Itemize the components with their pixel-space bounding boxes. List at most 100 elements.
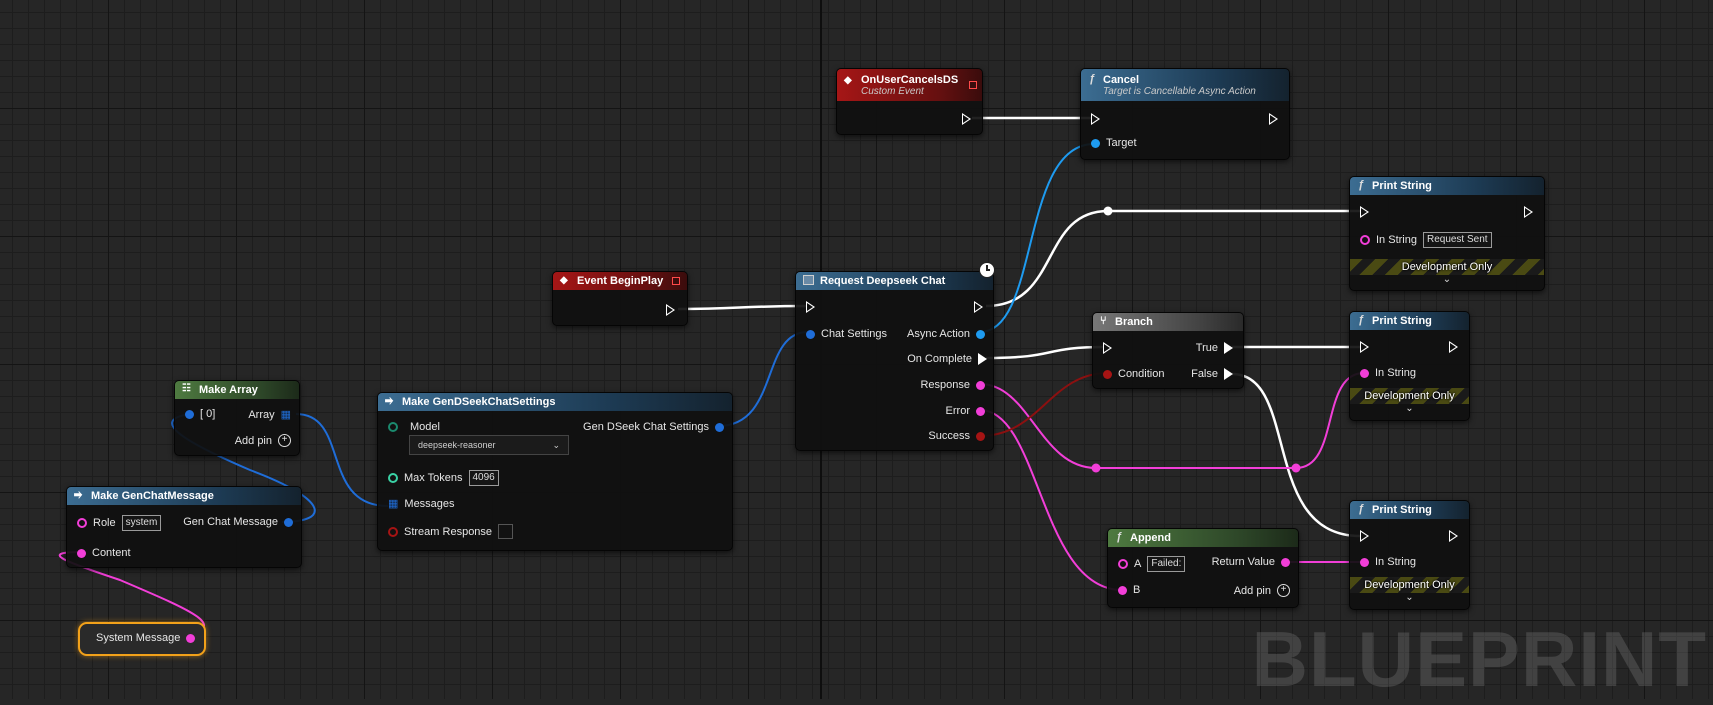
boolean-pin[interactable] [1103,369,1112,379]
exec-out-pin[interactable] [666,304,675,316]
latent-node-icon [803,275,814,285]
pin-label: True [1195,342,1218,354]
event-diamond-icon: ◆ [560,275,568,286]
node-title: Make GenDSeekChatSettings [402,396,556,408]
exec-in-pin[interactable] [1360,530,1369,542]
exec-out-pin[interactable] [978,353,987,365]
pin-label: Messages [404,497,455,510]
exec-out-pin[interactable] [1449,341,1458,353]
node-title: Make Array [199,384,258,396]
array-pin-icon[interactable]: ▦ [388,497,398,510]
node-make-settings[interactable]: ⥤ Make GenDSeekChatSettings Model deepse… [377,392,733,551]
pin-label: In String [1375,367,1416,379]
name-pin[interactable] [388,422,398,432]
struct-pin[interactable] [715,422,724,432]
chevron-down-icon[interactable]: ⌄ [1350,403,1469,414]
node-branch[interactable]: ⑂ Branch True Condition False [1092,312,1244,389]
node-on-user-cancels[interactable]: ◆ OnUserCancelsDS Custom Event [836,68,983,135]
node-header: ƒ Cancel Target is Cancellable Async Act… [1081,69,1289,101]
plus-circle-icon: + [278,434,291,447]
exec-in-pin[interactable] [1360,341,1369,353]
node-print-string-2[interactable]: ƒ Print String In String Development Onl… [1349,311,1470,421]
chevron-down-icon[interactable]: ⌄ [1350,592,1469,603]
chevron-down-icon[interactable]: ⌄ [1350,274,1544,285]
exec-out-pin[interactable] [962,113,971,125]
node-print-string-3[interactable]: ƒ Print String In String Development Onl… [1349,500,1470,610]
add-pin-button[interactable]: Add pin + [1234,584,1290,597]
exec-in-pin[interactable] [1103,342,1112,354]
node-header: ⥤ Make GenChatMessage [67,487,301,505]
string-pin[interactable] [186,633,196,643]
object-pin[interactable] [976,329,985,339]
pin-row-return-value: Return Value [1212,556,1290,568]
node-request-deepseek-chat[interactable]: Request Deepseek Chat Chat Settings Asyn… [795,262,995,451]
struct-pin[interactable] [806,329,815,339]
exec-out-pin[interactable] [1524,206,1533,218]
event-diamond-icon: ◆ [844,75,852,86]
node-header: ◆ Event BeginPlay [553,272,687,290]
role-field[interactable]: system [121,515,162,531]
node-title: Append [1130,532,1171,544]
exec-out-pin[interactable] [1449,530,1458,542]
node-print-string-1[interactable]: ƒ Print String In String Request Sent De… [1349,176,1545,291]
pin-row-error: Error [946,405,985,417]
string-pin[interactable] [1360,368,1369,378]
string-pin[interactable] [976,380,985,390]
exec-in-pin[interactable] [1091,113,1100,125]
a-value-field[interactable]: Failed: [1147,556,1186,572]
pin-row-target: Target [1091,137,1137,149]
struct-pin[interactable] [284,517,293,527]
string-pin[interactable] [1281,557,1290,567]
string-pin[interactable] [77,548,86,558]
node-title: Print String [1372,180,1432,192]
pin-label: Gen Chat Message [183,516,278,528]
array-pin-icon[interactable]: ▦ [281,408,291,421]
pin-row-chat-settings: Chat Settings [806,328,887,340]
in-string-field[interactable]: Request Sent [1422,232,1492,248]
development-only-banner: Development Only [1350,577,1469,593]
pin-label: Target [1106,137,1137,149]
exec-in-pin[interactable] [806,301,815,313]
node-event-begin-play[interactable]: ◆ Event BeginPlay [552,271,688,326]
object-pin[interactable] [1091,138,1100,148]
node-header: ƒ Print String [1350,177,1544,195]
pin-row-max-tokens: Max Tokens 4096 [388,470,499,486]
pin-row-index: [ 0] [185,408,215,420]
delegate-pin-icon[interactable] [672,277,680,285]
add-pin-button[interactable]: Add pin + [235,434,291,447]
pin-label: A [1134,558,1142,570]
pin-row-role: Role system [77,515,162,531]
pin-label: Chat Settings [821,328,888,340]
exec-in-pin[interactable] [1360,206,1369,218]
node-make-array[interactable]: ☷ Make Array [ 0] Array ▦ Add pin + [174,380,300,456]
node-cancel[interactable]: ƒ Cancel Target is Cancellable Async Act… [1080,68,1290,160]
node-title: Event BeginPlay [577,275,664,287]
max-tokens-field[interactable]: 4096 [468,470,499,486]
boolean-pin[interactable] [388,526,398,537]
model-dropdown[interactable]: deepseek-reasoner ⌄ [409,435,569,455]
node-system-message-variable[interactable]: System Message [78,622,206,656]
delegate-pin-icon[interactable] [969,81,977,89]
node-append[interactable]: ƒ Append A Failed: Return Value B Add pi… [1107,528,1299,608]
node-make-chat-message[interactable]: ⥤ Make GenChatMessage Role system Gen Ch… [66,486,302,568]
exec-out-pin[interactable] [1224,342,1233,354]
pin-row-in-string: In String Request Sent [1360,232,1492,248]
node-header: ƒ Print String [1350,501,1469,519]
pin-label: False [1191,368,1218,380]
node-title: Request Deepseek Chat [820,275,946,287]
string-pin[interactable] [976,406,985,416]
exec-out-pin[interactable] [1224,368,1233,380]
boolean-pin[interactable] [976,431,985,441]
string-pin[interactable] [77,518,87,528]
string-pin[interactable] [1118,559,1128,569]
string-pin[interactable] [1360,557,1369,567]
string-pin[interactable] [1118,585,1127,595]
struct-pin[interactable] [185,409,194,419]
development-only-banner: Development Only [1350,388,1469,404]
exec-out-pin[interactable] [974,301,983,313]
integer-pin[interactable] [388,473,398,483]
exec-out-pin[interactable] [1269,113,1278,125]
pin-label: In String [1376,234,1417,246]
stream-response-checkbox[interactable] [498,524,514,539]
string-pin[interactable] [1360,235,1370,245]
